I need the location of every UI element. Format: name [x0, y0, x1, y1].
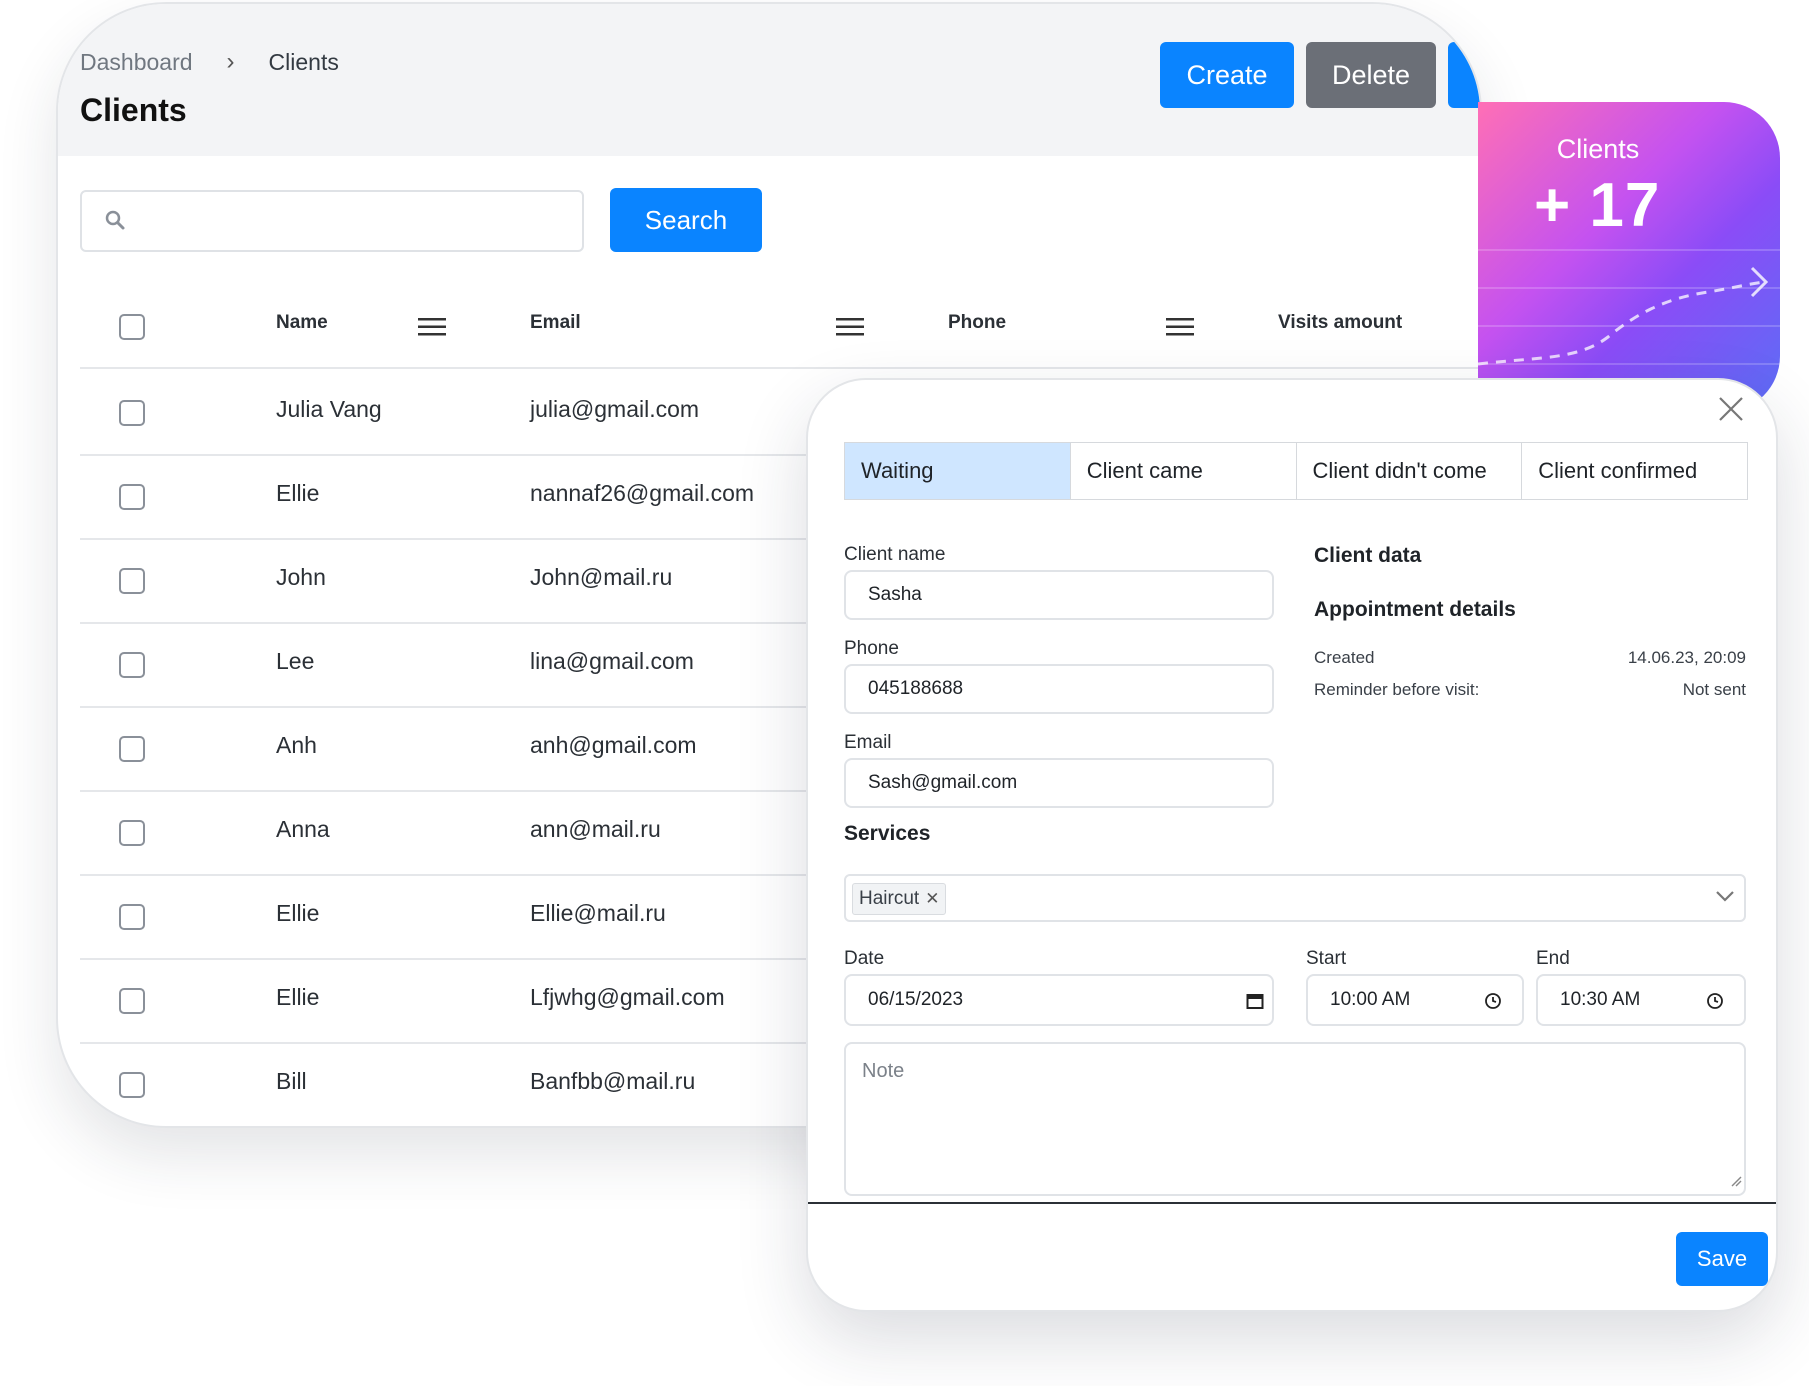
menu-icon[interactable] [418, 316, 446, 343]
close-icon[interactable] [1716, 394, 1746, 429]
search-button[interactable]: Search [610, 188, 762, 252]
page-title: Clients [80, 92, 187, 128]
phone-field[interactable]: 045188688 [844, 664, 1274, 714]
row-checkbox[interactable] [119, 736, 145, 762]
client-data-title: Client data [1314, 544, 1422, 567]
reminder-label: Reminder before visit: [1314, 680, 1480, 699]
cell-email: Ellie@mail.ru [530, 900, 666, 926]
date-value: 06/15/2023 [868, 989, 964, 1010]
stat-value: + 17 [1534, 171, 1661, 240]
tab-client-came[interactable]: Client came [1071, 443, 1297, 499]
services-title: Services [844, 822, 931, 845]
cell-name: John [276, 564, 326, 590]
date-field[interactable]: 06/15/2023 [844, 974, 1274, 1026]
tab-client-confirmed[interactable]: Client confirmed [1522, 443, 1747, 499]
cell-name: Julia Vang [276, 396, 382, 422]
service-chip: Haircut ✕ [852, 883, 947, 915]
email-label: Email [844, 732, 892, 753]
row-checkbox[interactable] [119, 820, 145, 846]
resize-handle-icon[interactable] [1730, 1174, 1742, 1192]
cell-name: Anh [276, 732, 317, 758]
service-chip-label: Haircut [859, 888, 920, 909]
column-header-email[interactable]: Email [530, 312, 581, 334]
end-time-value: 10:30 AM [1560, 989, 1641, 1010]
cell-email: nannaf26@gmail.com [530, 480, 755, 506]
row-checkbox[interactable] [119, 568, 145, 594]
clients-stat-card: Clients + 17 [1478, 102, 1780, 412]
column-header-name[interactable]: Name [276, 312, 328, 334]
cell-email: julia@gmail.com [530, 396, 700, 422]
cell-name: Ellie [276, 480, 320, 506]
cell-email: Banfbb@mail.ru [530, 1068, 696, 1094]
client-name-field[interactable]: Sasha [844, 570, 1274, 620]
note-placeholder: Note [862, 1060, 905, 1082]
cell-name: Lee [276, 648, 315, 674]
note-textarea[interactable]: Note [844, 1042, 1746, 1196]
row-checkbox[interactable] [119, 484, 145, 510]
client-name-label: Client name [844, 544, 946, 565]
cell-email: ann@mail.ru [530, 816, 661, 842]
divider [80, 367, 1480, 369]
cell-email: lina@gmail.com [530, 648, 694, 674]
column-header-phone[interactable]: Phone [948, 312, 1006, 334]
breadcrumb-dashboard[interactable]: Dashboard [80, 49, 193, 76]
create-button[interactable]: Create [1160, 42, 1294, 108]
date-label: Date [844, 948, 885, 969]
cell-email: Lfjwhg@gmail.com [530, 984, 725, 1010]
appointment-modal: Waiting Client came Client didn't come C… [806, 378, 1778, 1312]
status-tabs: Waiting Client came Client didn't come C… [844, 442, 1748, 500]
row-checkbox[interactable] [119, 904, 145, 930]
services-select[interactable]: Haircut ✕ [844, 874, 1746, 922]
menu-icon[interactable] [1166, 316, 1194, 343]
clock-icon[interactable] [1484, 992, 1502, 1016]
tab-waiting[interactable]: Waiting [845, 443, 1071, 499]
column-header-visits[interactable]: Visits amount [1278, 312, 1402, 334]
tab-client-didnt-come[interactable]: Client didn't come [1297, 443, 1523, 499]
email-field[interactable]: Sash@gmail.com [844, 758, 1274, 808]
chevron-down-icon[interactable] [1714, 888, 1736, 909]
start-time-field[interactable]: 10:00 AM [1306, 974, 1524, 1026]
row-checkbox[interactable] [119, 400, 145, 426]
appointment-details-title: Appointment details [1314, 598, 1516, 621]
stat-label: Clients [1556, 134, 1640, 164]
start-label: Start [1306, 948, 1347, 969]
page-header: Dashboard › Clients Clients Create Delet… [58, 4, 1480, 156]
reminder-value: Not sent [1682, 680, 1746, 699]
chip-remove-icon[interactable]: ✕ [925, 889, 939, 909]
cell-email: John@mail.ru [530, 564, 673, 590]
cell-name: Ellie [276, 984, 320, 1010]
breadcrumb: Dashboard › Clients [80, 48, 339, 76]
breadcrumb-clients: Clients [268, 48, 339, 75]
search-icon [104, 209, 126, 236]
more-button[interactable] [1448, 42, 1480, 108]
calendar-icon[interactable] [1246, 992, 1264, 1016]
row-checkbox[interactable] [119, 1072, 145, 1098]
row-checkbox[interactable] [119, 652, 145, 678]
search-input[interactable] [80, 190, 584, 252]
cell-name: Anna [276, 816, 330, 842]
phone-label: Phone [844, 638, 899, 659]
select-all-checkbox[interactable] [119, 314, 145, 340]
cell-name: Ellie [276, 900, 320, 926]
cell-name: Bill [276, 1068, 307, 1094]
clock-icon[interactable] [1706, 992, 1724, 1016]
row-checkbox[interactable] [119, 988, 145, 1014]
breadcrumb-separator-icon: › [226, 48, 235, 75]
menu-icon[interactable] [836, 316, 864, 343]
delete-button[interactable]: Delete [1306, 42, 1436, 108]
divider [808, 1202, 1776, 1204]
created-value: 14.06.23, 20:09 [1627, 648, 1746, 667]
end-label: End [1536, 948, 1570, 969]
end-time-field[interactable]: 10:30 AM [1536, 974, 1746, 1026]
cell-email: anh@gmail.com [530, 732, 697, 758]
start-time-value: 10:00 AM [1330, 989, 1411, 1010]
created-label: Created [1314, 648, 1375, 667]
save-button[interactable]: Save [1676, 1232, 1768, 1286]
